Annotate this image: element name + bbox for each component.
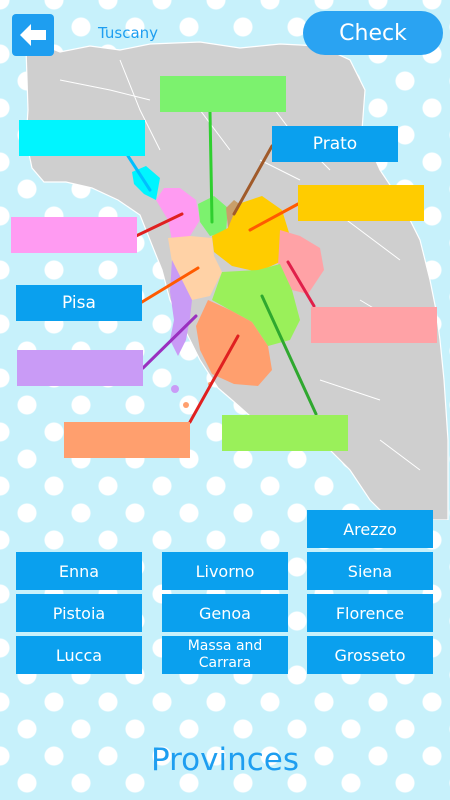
answer-tile[interactable]: Arezzo [307,510,433,548]
answer-tile[interactable]: Pistoia [16,594,142,632]
answer-slot[interactable] [311,307,437,343]
answer-slot[interactable] [17,350,143,386]
answer-tile[interactable]: Florence [307,594,433,632]
answer-slot[interactable] [160,76,286,112]
answer-slot[interactable] [222,415,348,451]
answer-slot[interactable] [64,422,190,458]
answer-tile[interactable]: Enna [16,552,142,590]
page-title: Tuscany [98,24,159,42]
answer-slot[interactable] [11,217,137,253]
answer-slot[interactable] [19,120,145,156]
answer-tile[interactable]: Lucca [16,636,142,674]
answer-tile[interactable]: Livorno [162,552,288,590]
answer-slot[interactable]: Pisa [16,285,142,321]
answer-slot[interactable]: Prato [272,126,398,162]
answer-tile[interactable]: Massa and Carrara [162,636,288,674]
answer-tile[interactable]: Siena [307,552,433,590]
footer-title: Provinces [150,742,300,778]
answer-tile[interactable]: Grosseto [307,636,433,674]
arrow-left-icon [20,24,46,46]
check-button[interactable]: Check [303,11,443,55]
answer-tile[interactable]: Genoa [162,594,288,632]
answer-slot[interactable] [298,185,424,221]
back-button[interactable] [12,14,54,56]
